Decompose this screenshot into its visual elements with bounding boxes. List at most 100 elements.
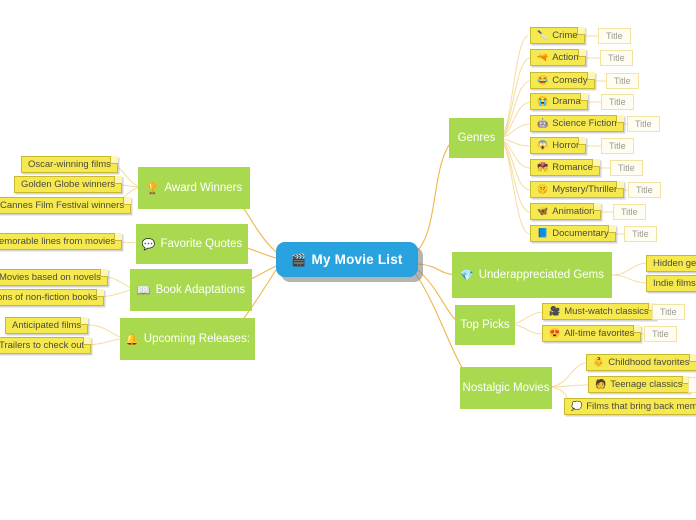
node-label: Anticipated films — [12, 320, 82, 331]
branch-upcoming-releases[interactable]: 🔔 Upcoming Releases: — [120, 318, 255, 360]
node-memorable-lines[interactable]: emorable lines from movies — [0, 233, 123, 250]
leaf-label: Title — [635, 119, 652, 129]
branch-label: Upcoming Releases: — [143, 333, 250, 345]
node-romance[interactable]: 💏 Romance — [530, 159, 600, 176]
leaf-label: Title — [618, 163, 635, 173]
node-horror[interactable]: 😱 Horror — [530, 137, 587, 154]
node-label: Animation — [552, 206, 595, 217]
node-all-time-favorites[interactable]: 😍 All-time favorites — [542, 325, 642, 342]
leaf-must-watch-title[interactable]: Title — [652, 304, 685, 320]
branch-nostalgic-movies[interactable]: Nostalgic Movies — [460, 367, 552, 409]
node-label: Hidden gems — [653, 258, 696, 269]
node-label: Drama — [552, 96, 581, 107]
node-films-bring-back-memories[interactable]: 💭 Films that bring back memo — [564, 398, 696, 415]
root-node[interactable]: 🎬 My Movie List — [276, 242, 418, 277]
leaf-science-fiction-title[interactable]: Title — [627, 116, 660, 132]
node-label: Crime — [552, 30, 578, 41]
speech-balloon-icon: 💬 — [141, 238, 156, 251]
branch-award-winners[interactable]: 🏆 Award Winners — [138, 167, 250, 209]
leaf-label: Title — [606, 31, 623, 41]
node-action[interactable]: 🔫 Action — [530, 49, 586, 66]
node-teenage-classics[interactable]: 🧑 Teenage classics — [588, 376, 690, 393]
blue-book-icon: 📘 — [537, 228, 549, 238]
node-label: ions of non-fiction books — [0, 292, 98, 303]
leaf-horror-title[interactable]: Title — [601, 138, 634, 154]
branch-label: Genres — [457, 132, 496, 144]
bell-icon: 🔔 — [125, 333, 139, 346]
clapperboard-icon: 🎬 — [291, 252, 307, 267]
leaf-label: Title — [636, 185, 653, 195]
person-icon: 🧑 — [595, 379, 607, 389]
baby-icon: 👶 — [593, 357, 605, 367]
node-label: Mystery/Thriller — [552, 184, 618, 195]
node-movies-based-on-novels[interactable]: Movies based on novels — [0, 269, 108, 286]
node-label: Must-watch classics — [564, 306, 649, 317]
trophy-icon: 🏆 — [145, 182, 160, 195]
pistol-icon: 🔫 — [537, 52, 549, 62]
node-crime[interactable]: 🔪 Crime — [530, 27, 585, 44]
node-label: Childhood favorites — [608, 357, 690, 368]
leaf-label: Title — [660, 307, 677, 317]
gem-icon: 💎 — [460, 269, 474, 282]
node-label: emorable lines from movies — [0, 236, 116, 247]
leaf-label: Title — [608, 53, 625, 63]
leaf-mystery-thriller-title[interactable]: Title — [628, 182, 661, 198]
node-animation[interactable]: 🦋 Animation — [530, 203, 602, 220]
node-mystery-thriller[interactable]: 🤫 Mystery/Thriller — [530, 181, 625, 198]
knife-icon: 🔪 — [537, 30, 549, 40]
branch-label: Nostalgic Movies — [462, 382, 550, 394]
branch-book-adaptations[interactable]: 📖 Book Adaptations — [130, 269, 252, 311]
butterfly-icon: 🦋 — [537, 206, 549, 216]
leaf-teenage-classics-title[interactable]: Title — [688, 377, 696, 393]
node-comedy[interactable]: 😂 Comedy — [530, 72, 595, 89]
branch-label: Favorite Quotes — [160, 238, 243, 250]
leaf-animation-title[interactable]: Title — [613, 204, 646, 220]
node-label: Science Fiction — [552, 118, 617, 129]
leaf-label: Title — [652, 329, 669, 339]
branch-underappreciated-gems[interactable]: 💎 Underappreciated Gems — [452, 252, 612, 298]
node-label: Cannes Film Festival winners — [0, 200, 125, 211]
movie-camera-icon: 🎥 — [549, 306, 561, 316]
leaf-romance-title[interactable]: Title — [610, 160, 643, 176]
thought-balloon-icon: 💭 — [571, 401, 583, 411]
node-label: Horror — [552, 140, 580, 151]
node-label: Documentary — [552, 228, 609, 239]
leaf-crime-title[interactable]: Title — [598, 28, 631, 44]
leaf-action-title[interactable]: Title — [600, 50, 633, 66]
leaf-label: Title — [609, 141, 626, 151]
node-cannes-winners[interactable]: Cannes Film Festival winners — [0, 197, 132, 214]
branch-label: Book Adaptations — [155, 284, 246, 296]
branch-label: Top Picks — [460, 319, 510, 331]
node-label: Action — [552, 52, 579, 63]
node-documentary[interactable]: 📘 Documentary — [530, 225, 616, 242]
branch-top-picks[interactable]: Top Picks — [455, 305, 515, 345]
leaf-drama-title[interactable]: Title — [601, 94, 634, 110]
node-oscar-winning-films[interactable]: Oscar-winning films — [21, 156, 118, 173]
node-drama[interactable]: 😭 Drama — [530, 93, 588, 110]
screaming-icon: 😱 — [537, 140, 549, 150]
node-golden-globe-winners[interactable]: Golden Globe winners — [14, 176, 122, 193]
node-childhood-favorites[interactable]: 👶 Childhood favorites — [586, 354, 696, 371]
node-hidden-gems[interactable]: Hidden gems — [646, 255, 696, 272]
node-indie-films[interactable]: Indie films w — [646, 275, 696, 292]
branch-label: Award Winners — [164, 182, 243, 194]
node-label: All-time favorites — [564, 328, 635, 339]
open-book-icon: 📖 — [136, 284, 151, 297]
node-non-fiction-adaptations[interactable]: ions of non-fiction books — [0, 289, 105, 306]
leaf-comedy-title[interactable]: Title — [606, 73, 639, 89]
node-anticipated-films[interactable]: Anticipated films — [5, 317, 89, 334]
mindmap-canvas[interactable]: 🎬 My Movie List Genres 🔪 Crime Title 🔫 A… — [0, 0, 696, 520]
leaf-all-time-title[interactable]: Title — [644, 326, 677, 342]
node-label: Oscar-winning films — [28, 159, 111, 170]
node-label: Comedy — [552, 75, 588, 86]
branch-genres[interactable]: Genres — [449, 118, 504, 158]
shushing-icon: 🤫 — [537, 184, 549, 194]
node-must-watch-classics[interactable]: 🎥 Must-watch classics — [542, 303, 656, 320]
branch-favorite-quotes[interactable]: 💬 Favorite Quotes — [136, 224, 248, 264]
leaf-documentary-title[interactable]: Title — [624, 226, 657, 242]
node-trailers-to-check-out[interactable]: Trailers to check out — [0, 337, 92, 354]
node-label: Trailers to check out — [0, 340, 85, 351]
node-science-fiction[interactable]: 🤖 Science Fiction — [530, 115, 624, 132]
leaf-label: Title — [609, 97, 626, 107]
branch-label: Underappreciated Gems — [478, 269, 604, 281]
